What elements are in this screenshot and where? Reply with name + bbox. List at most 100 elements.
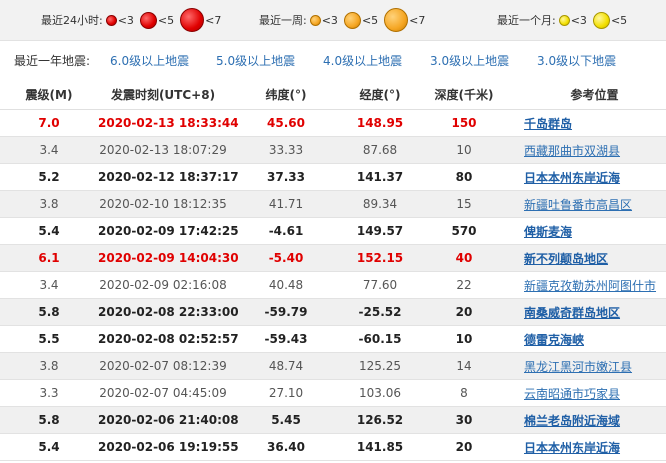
header-longitude: 经度(°) <box>344 80 416 110</box>
latitude-cell: 37.33 <box>228 163 344 191</box>
time-cell: 2020-02-08 22:33:00 <box>98 298 239 326</box>
orange-dot-icon <box>309 14 321 26</box>
filter-link-below-m3[interactable]: 3.0级以下地震 <box>537 52 616 69</box>
legend-week: 最近一周: <3 <5 <7 <box>259 0 431 40</box>
location-link[interactable]: 南桑威奇群岛地区 <box>524 306 620 320</box>
location-link[interactable]: 黑龙江黑河市嫩江县 <box>524 360 632 374</box>
filter-link-m5[interactable]: 5.0级以上地震 <box>216 52 295 69</box>
header-time: 发震时刻(UTC+8) <box>98 80 228 110</box>
depth-cell: 15 <box>416 190 512 218</box>
table-row: 5.8 2020-02-08 22:33:00 -59.79 -25.52 20 南桑威奇… <box>0 298 666 326</box>
legend-magnitude-text: <3 <box>117 13 134 27</box>
latitude-cell: -5.40 <box>228 244 344 272</box>
latitude-cell: 36.40 <box>228 433 344 461</box>
earthquake-table: 震级(M) 发震时刻(UTC+8) 纬度(°) 经度(°) 深度(千米) 参考位… <box>0 80 666 461</box>
legend-magnitude-text: <7 <box>409 13 426 27</box>
longitude-cell: 125.25 <box>344 352 416 380</box>
location-link[interactable]: 新不列颠岛地区 <box>524 252 608 266</box>
table-header-row: 震级(M) 发震时刻(UTC+8) 纬度(°) 经度(°) 深度(千米) 参考位… <box>0 80 666 110</box>
location-cell: 云南昭通市巧家县 <box>512 379 666 407</box>
location-cell: 棉兰老岛附近海域 <box>512 406 666 434</box>
yellow-dot-icon <box>592 11 610 29</box>
legend-magnitude-text: <3 <box>570 13 587 27</box>
location-link[interactable]: 日本本州东岸近海 <box>524 171 620 185</box>
legend-label: 最近一个月: <box>497 14 556 27</box>
filter-link-m3[interactable]: 3.0级以上地震 <box>430 52 509 69</box>
longitude-cell: 103.06 <box>344 379 416 407</box>
location-link[interactable]: 云南昭通市巧家县 <box>524 387 620 401</box>
location-cell: 德雷克海峡 <box>512 325 666 353</box>
location-cell: 千岛群岛 <box>512 109 666 137</box>
time-cell: 2020-02-07 08:12:39 <box>98 352 228 380</box>
location-cell: 新不列颠岛地区 <box>512 244 666 272</box>
magnitude-cell: 7.0 <box>0 109 98 137</box>
magnitude-cell: 3.8 <box>0 190 98 218</box>
latitude-cell: 5.45 <box>228 406 344 434</box>
red-dot-icon <box>180 8 205 32</box>
legend-24h: 最近24小时: <3 <5 <7 <box>41 0 227 40</box>
filter-link-m4[interactable]: 4.0级以上地震 <box>323 52 402 69</box>
table-row: 6.1 2020-02-09 14:04:30 -5.40 152.15 40 新不列颠岛… <box>0 244 666 272</box>
legend-label: 最近一周: <box>259 14 307 27</box>
location-cell: 俾斯麦海 <box>512 217 666 245</box>
longitude-cell: -60.15 <box>344 325 416 353</box>
year-filter-bar: 最近一年地震: 6.0级以上地震 5.0级以上地震 4.0级以上地震 3.0级以… <box>0 41 666 79</box>
location-link[interactable]: 千岛群岛 <box>524 117 572 131</box>
time-cell: 2020-02-09 02:16:08 <box>98 271 228 299</box>
table-row: 3.8 2020-02-07 08:12:39 48.74 125.25 14 黑龙江黑河… <box>0 352 666 380</box>
yellow-dot-icon <box>558 14 570 26</box>
time-cell: 2020-02-13 18:33:44 <box>98 109 239 137</box>
red-dot-icon <box>105 14 117 26</box>
magnitude-cell: 5.5 <box>0 325 98 353</box>
latitude-cell: 33.33 <box>228 136 344 164</box>
orange-dot-icon <box>343 11 361 29</box>
location-cell: 西藏那曲市双湖县 <box>512 136 666 164</box>
time-cell: 2020-02-06 21:40:08 <box>98 406 239 434</box>
depth-cell: 30 <box>416 406 512 434</box>
legend-month: 最近一个月: <3 <5 <box>497 0 633 40</box>
table-row: 3.4 2020-02-13 18:07:29 33.33 87.68 10 西藏那曲市双… <box>0 136 666 164</box>
time-cell: 2020-02-09 14:04:30 <box>98 244 239 272</box>
location-link[interactable]: 西藏那曲市双湖县 <box>524 144 620 158</box>
time-cell: 2020-02-10 18:12:35 <box>98 190 228 218</box>
longitude-cell: 126.52 <box>344 406 416 434</box>
legend-magnitude-text: <5 <box>157 13 175 27</box>
depth-cell: 80 <box>416 163 512 191</box>
depth-cell: 150 <box>416 109 512 137</box>
longitude-cell: 152.15 <box>344 244 416 272</box>
magnitude-cell: 3.3 <box>0 379 98 407</box>
magnitude-cell: 3.4 <box>0 271 98 299</box>
longitude-cell: 148.95 <box>344 109 416 137</box>
longitude-cell: 141.85 <box>344 433 416 461</box>
latitude-cell: 48.74 <box>228 352 344 380</box>
latitude-cell: 41.71 <box>228 190 344 218</box>
legend-magnitude-text: <7 <box>205 13 222 27</box>
location-link[interactable]: 德雷克海峡 <box>524 333 584 347</box>
longitude-cell: 89.34 <box>344 190 416 218</box>
location-cell: 日本本州东岸近海 <box>512 163 666 191</box>
magnitude-cell: 3.4 <box>0 136 98 164</box>
table-row: 3.4 2020-02-09 02:16:08 40.48 77.60 22 新疆克孜勒苏… <box>0 271 666 299</box>
time-cell: 2020-02-13 18:07:29 <box>98 136 228 164</box>
location-link[interactable]: 新疆克孜勒苏州阿图什市 <box>524 279 656 293</box>
latitude-cell: 27.10 <box>228 379 344 407</box>
table-row: 5.4 2020-02-06 19:19:55 36.40 141.85 20 日本本州东… <box>0 433 666 461</box>
orange-dot-icon <box>384 8 409 32</box>
year-filter-label: 最近一年地震: <box>14 54 91 68</box>
location-cell: 南桑威奇群岛地区 <box>512 298 666 326</box>
location-link[interactable]: 新疆吐鲁番市高昌区 <box>524 198 632 212</box>
magnitude-cell: 6.1 <box>0 244 98 272</box>
legend-magnitude-text: <3 <box>321 13 338 27</box>
red-dot-icon <box>139 11 157 29</box>
location-link[interactable]: 俾斯麦海 <box>524 225 572 239</box>
longitude-cell: 77.60 <box>344 271 416 299</box>
table-row: 3.8 2020-02-10 18:12:35 41.71 89.34 15 新疆吐鲁番市… <box>0 190 666 218</box>
magnitude-legend: 最近24小时: <3 <5 <7 最近一周: <3 <5 <7 最近一个月: <3 <5 <box>0 0 666 41</box>
filter-link-m6[interactable]: 6.0级以上地震 <box>110 52 189 69</box>
latitude-cell: -4.61 <box>228 217 344 245</box>
location-link[interactable]: 日本本州东岸近海 <box>524 441 620 455</box>
time-cell: 2020-02-06 19:19:55 <box>98 433 239 461</box>
header-location: 参考位置 <box>512 80 666 110</box>
legend-label: 最近24小时: <box>41 14 103 27</box>
location-link[interactable]: 棉兰老岛附近海域 <box>524 414 620 428</box>
